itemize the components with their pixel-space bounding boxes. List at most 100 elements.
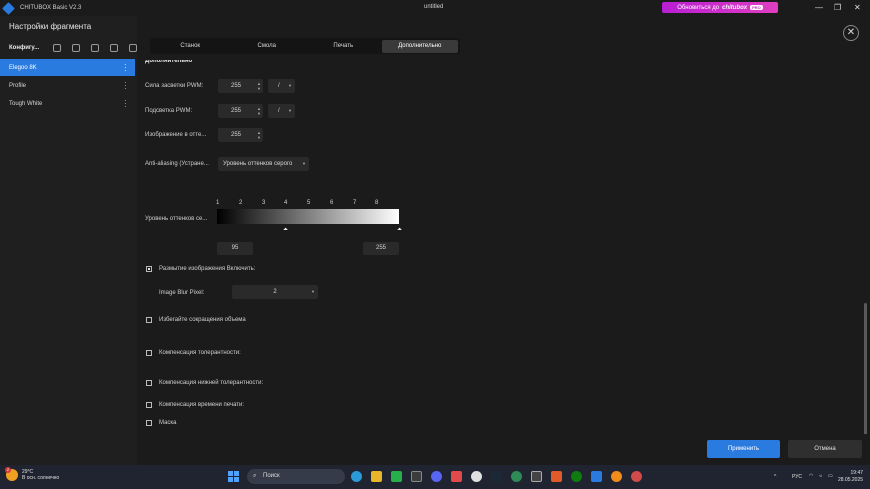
store-icon[interactable] — [411, 471, 422, 482]
pwm-light-unit: / — [278, 108, 280, 114]
chevron-down-icon: ▼ — [288, 108, 292, 113]
maximize-button[interactable]: ❐ — [834, 3, 841, 12]
chitubox-logo-icon — [2, 1, 15, 15]
tolerance-label: Компенсация толерантности: — [159, 350, 241, 356]
scale-tick-5: 5 — [307, 200, 311, 206]
title-bar: CHITUBOX Basic V2.3 untitled Обновиться … — [0, 0, 870, 16]
tab-advanced[interactable]: Дополнительно — [381, 39, 458, 53]
more-icon[interactable]: · · · — [124, 97, 127, 111]
document-title: untitled — [424, 4, 444, 10]
lower-tolerance-label: Компенсация нижней толерантности: — [159, 380, 264, 386]
tab-print[interactable]: Печать — [305, 40, 382, 53]
terminal-icon[interactable] — [531, 471, 542, 482]
sidebar-item-profile[interactable]: Profile · · · — [0, 77, 135, 94]
upgrade-brand: chitubox — [722, 4, 748, 11]
pwm-power-unit-select[interactable]: / ▼ — [268, 79, 295, 93]
time: 19:47 — [850, 470, 864, 476]
app-icon[interactable] — [511, 471, 522, 482]
app-green-icon[interactable] — [391, 471, 402, 482]
sidebar-item-elegoo-8k[interactable]: Elegoo 8K · · · — [0, 59, 135, 76]
gray-max-input[interactable]: 255 — [363, 242, 399, 255]
weather-widget[interactable]: 2 29°C В осн. солнечно — [5, 467, 59, 481]
wifi-icon[interactable]: ◠ — [809, 473, 813, 479]
add-icon[interactable] — [91, 44, 100, 52]
brave-icon[interactable] — [551, 471, 562, 482]
blur-pixel-value: 2 — [273, 289, 277, 295]
spinner-icon[interactable]: ▲ ▼ — [257, 81, 261, 91]
chitubox-taskbar-icon[interactable] — [591, 471, 602, 482]
gray-level-gradient[interactable] — [217, 209, 399, 224]
scale-tick-7: 7 — [353, 200, 357, 206]
config-toolbar: Конфигу... — [0, 40, 137, 56]
gray-image-value: 255 — [231, 132, 242, 138]
cloud-icon[interactable] — [53, 44, 62, 52]
yandex-icon[interactable] — [471, 471, 482, 482]
notification-badge: 2 — [5, 467, 11, 473]
tab-resin[interactable]: Смола — [229, 40, 306, 53]
time-comp-label: Компенсация времени печати: — [159, 402, 245, 408]
time-comp-checkbox[interactable] — [146, 402, 152, 408]
scale-tick-2: 2 — [239, 200, 243, 206]
min-handle-icon[interactable]: ⏶ — [283, 227, 288, 234]
apply-button[interactable]: Применить — [707, 440, 780, 458]
chevron-down-icon: ▼ — [302, 161, 306, 166]
file-explorer-icon[interactable] — [371, 471, 382, 482]
spinner-icon[interactable]: ▲ ▼ — [257, 130, 261, 140]
pwm-light-label: Подсветка PWM: — [145, 108, 193, 114]
lower-tolerance-checkbox[interactable] — [146, 380, 152, 386]
battery-icon[interactable]: ▭ — [828, 473, 833, 479]
sidebar-item-tough-white[interactable]: Tough White · · · — [0, 95, 135, 112]
gray-image-label: Изображение в отте... — [145, 132, 207, 138]
gray-level-label: Уровень оттенков се... — [145, 216, 208, 222]
mail-icon[interactable] — [451, 471, 462, 482]
more-icon[interactable]: · · · — [124, 61, 127, 75]
tab-machine[interactable]: Станок — [152, 40, 229, 53]
blur-pixel-select[interactable]: 2 ▼ — [232, 285, 318, 299]
max-handle-icon[interactable]: ⏶ — [397, 227, 402, 234]
tolerance-checkbox[interactable] — [146, 350, 152, 356]
xbox-icon[interactable] — [571, 471, 582, 482]
pwm-light-input[interactable]: 255 ▲ ▼ — [218, 104, 263, 118]
steam-icon[interactable] — [491, 471, 502, 482]
sidebar: Настройки фрагмента Конфигу... Elegoo 8K… — [0, 16, 137, 465]
app-orange-icon[interactable] — [611, 471, 622, 482]
edge-icon[interactable] — [351, 471, 362, 482]
cancel-button[interactable]: Отмена — [788, 440, 862, 458]
close-icon[interactable]: ✕ — [843, 25, 859, 41]
upgrade-button[interactable]: Обновиться до chitubox PRO — [662, 2, 778, 13]
spinner-icon[interactable]: ▲ ▼ — [257, 106, 261, 116]
weather-text: 29°C В осн. солнечно — [22, 469, 59, 481]
anti-aliasing-select[interactable]: Уровень оттенков серого ▼ — [218, 157, 309, 171]
scrollbar[interactable] — [864, 303, 867, 448]
date: 28.05.2025 — [838, 477, 864, 483]
taskbar-search[interactable]: ⌕ Поиск — [247, 469, 345, 484]
gray-image-input[interactable]: 255 ▲ ▼ — [218, 128, 263, 142]
gray-min-input[interactable]: 95 — [217, 242, 253, 255]
anti-aliasing-value: Уровень оттенков серого — [223, 161, 293, 167]
tray-expand-icon[interactable]: ^ — [774, 474, 776, 480]
search-icon: ⌕ — [253, 473, 257, 479]
sidebar-item-label: Elegoo 8K — [9, 64, 37, 71]
mask-label: Маска — [159, 420, 177, 426]
pwm-light-unit-select[interactable]: / ▼ — [268, 104, 295, 118]
app-red-icon[interactable] — [631, 471, 642, 482]
speaker-icon[interactable]: ◃ — [819, 473, 822, 479]
config-label: Конфигу... — [9, 45, 40, 51]
copy-icon[interactable] — [129, 44, 137, 52]
more-icon[interactable]: · · · — [124, 79, 127, 93]
mask-checkbox[interactable] — [146, 420, 152, 426]
minimize-button[interactable]: — — [815, 3, 823, 12]
upload-icon[interactable] — [72, 44, 81, 52]
blur-checkbox[interactable] — [146, 266, 152, 272]
pwm-power-input[interactable]: 255 ▲ ▼ — [218, 79, 263, 93]
discord-icon[interactable] — [431, 471, 442, 482]
clock[interactable]: 19:47 28.05.2025 — [838, 470, 863, 484]
scale-tick-4: 4 — [284, 200, 288, 206]
import-icon[interactable] — [110, 44, 119, 52]
language-indicator[interactable]: РУС — [792, 474, 802, 480]
sidebar-item-label: Profile — [9, 82, 27, 89]
avoid-shrink-checkbox[interactable] — [146, 317, 152, 323]
search-placeholder: Поиск — [263, 473, 280, 479]
window-close-button[interactable]: ✕ — [854, 3, 861, 12]
windows-start-icon[interactable] — [228, 471, 239, 482]
